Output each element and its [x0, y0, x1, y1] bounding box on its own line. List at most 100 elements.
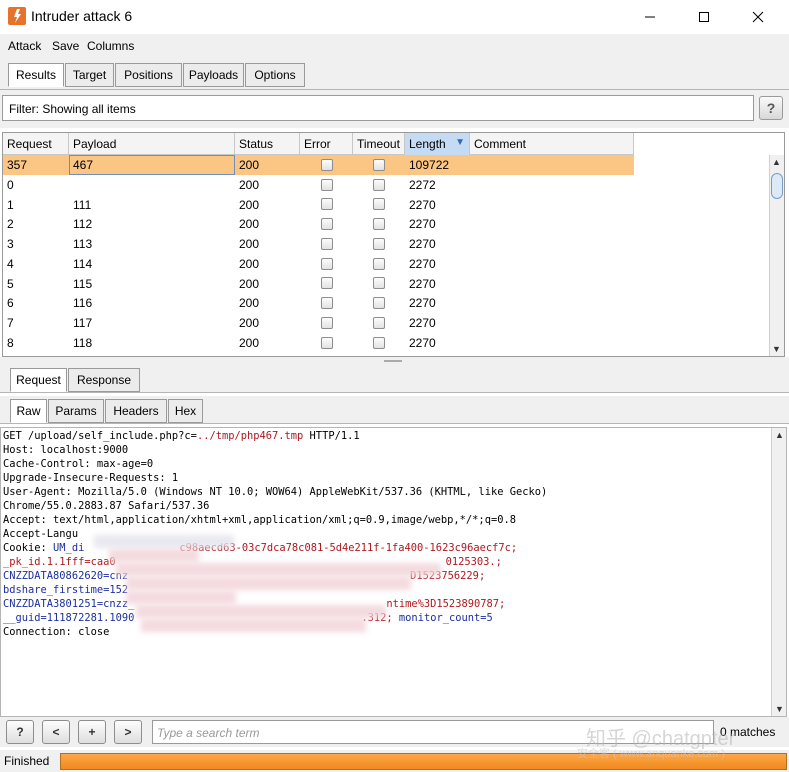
cell-error — [300, 214, 353, 234]
timeout-checkbox — [373, 178, 385, 191]
error-checkbox — [320, 316, 333, 329]
cell-payload: 113 — [73, 237, 93, 251]
table-row[interactable]: 1 111 200 2270 — [3, 195, 634, 215]
cell-length: 2270 — [409, 197, 436, 212]
timeout-checkbox — [373, 218, 385, 231]
cell-status: 200 — [239, 177, 260, 192]
scroll-thumb[interactable] — [771, 173, 783, 199]
table-row[interactable]: 8 118 200 2270 — [3, 333, 634, 353]
tab-request[interactable]: Request — [10, 368, 67, 392]
request-editor[interactable]: GET /upload/self_include.php?c=../tmp/ph… — [0, 427, 787, 717]
sort-descending-icon: ▼ — [455, 137, 465, 148]
cell-timeout — [353, 195, 405, 215]
cell-length: 2270 — [409, 276, 436, 291]
tab-headers[interactable]: Headers — [105, 399, 167, 423]
tab-raw[interactable]: Raw — [10, 399, 47, 423]
redacted-region — [141, 619, 366, 632]
cell-length: 2270 — [409, 316, 436, 330]
table-row[interactable]: 6 116 200 2270 — [3, 293, 634, 313]
previous-match-button[interactable]: < — [42, 720, 70, 744]
cell-length: 2270 — [409, 237, 436, 251]
table-row[interactable]: 2 112 200 2270 — [3, 214, 634, 234]
editor-scrollbar[interactable]: ▲ ▼ — [771, 428, 786, 716]
close-icon[interactable] — [735, 0, 781, 34]
cell-timeout — [353, 274, 405, 294]
error-checkbox — [320, 336, 333, 349]
tab-results[interactable]: Results — [8, 63, 64, 87]
error-checkbox — [320, 237, 333, 250]
pane-splitter[interactable] — [0, 357, 789, 365]
tab-response[interactable]: Response — [68, 368, 140, 392]
column-comment[interactable]: Comment — [470, 133, 634, 155]
column-request[interactable]: Request — [3, 133, 69, 155]
filter-row: Filter: Showing all items ? — [0, 90, 789, 128]
cell-error — [300, 155, 353, 175]
table-row[interactable]: 7 117 200 2270 — [3, 313, 634, 333]
cell-timeout — [353, 155, 405, 175]
error-checkbox — [320, 277, 333, 290]
cell-comment — [470, 274, 634, 294]
table-scrollbar[interactable]: ▲ ▼ — [769, 155, 784, 356]
column-payload[interactable]: Payload — [69, 133, 235, 155]
scroll-down-icon[interactable]: ▼ — [775, 704, 784, 714]
error-checkbox — [320, 198, 333, 211]
menu-attack[interactable]: Attack — [8, 39, 41, 53]
cell-comment — [470, 155, 634, 175]
timeout-checkbox — [373, 277, 385, 290]
tab-target[interactable]: Target — [65, 63, 114, 87]
minimize-icon[interactable] — [627, 0, 673, 34]
maximize-icon[interactable] — [681, 0, 727, 34]
message-tabs: Request Response — [0, 365, 789, 393]
splitter-grip[interactable] — [384, 360, 402, 362]
table-row[interactable]: 357 467 200 109722 — [3, 155, 634, 175]
cell-length: 2270 — [409, 296, 436, 311]
tab-payloads[interactable]: Payloads — [183, 63, 244, 87]
next-match-button[interactable]: > — [114, 720, 142, 744]
tab-options[interactable]: Options — [245, 63, 305, 87]
redacted-region — [94, 535, 234, 548]
column-length[interactable]: Length ▼ — [405, 133, 470, 155]
tab-positions[interactable]: Positions — [115, 63, 182, 87]
column-status[interactable]: Status — [235, 133, 300, 155]
cell-timeout — [353, 293, 405, 313]
table-row[interactable]: 0 200 2272 — [3, 175, 634, 195]
filter-bar[interactable]: Filter: Showing all items — [2, 95, 754, 121]
tab-params[interactable]: Params — [48, 399, 104, 423]
cell-length: 109722 — [409, 158, 450, 172]
table-row[interactable]: 3 113 200 2270 — [3, 234, 634, 254]
header-line: Accept: text/html,application/xhtml+xml,… — [3, 514, 516, 526]
cell-status: 200 — [239, 335, 260, 350]
header-line: Host: localhost:9000 — [3, 444, 129, 456]
cell-timeout — [353, 214, 405, 234]
cell-status: 200 — [239, 158, 260, 172]
cell-timeout — [353, 333, 405, 353]
cell-payload: 118 — [73, 335, 93, 350]
column-timeout[interactable]: Timeout — [353, 133, 405, 155]
menu-save[interactable]: Save — [52, 39, 79, 53]
timeout-checkbox — [373, 237, 385, 250]
cell-payload: 112 — [73, 217, 93, 232]
column-error[interactable]: Error — [300, 133, 353, 155]
timeout-checkbox — [373, 297, 385, 310]
menu-columns[interactable]: Columns — [87, 39, 134, 53]
add-button[interactable]: + — [78, 720, 106, 744]
cell-request: 1 — [7, 197, 14, 212]
tab-hex[interactable]: Hex — [168, 399, 203, 423]
cell-length: 2270 — [409, 256, 436, 271]
scroll-up-icon[interactable]: ▲ — [775, 430, 784, 440]
error-checkbox — [320, 257, 333, 270]
cell-timeout — [353, 313, 405, 333]
cell-error — [300, 293, 353, 313]
help-button[interactable]: ? — [6, 720, 34, 744]
cell-error — [300, 333, 353, 353]
help-button[interactable]: ? — [759, 96, 783, 120]
table-row[interactable]: 5 115 200 2270 — [3, 274, 634, 294]
view-tabs: Raw Params Headers Hex — [0, 396, 789, 424]
redacted-region — [126, 591, 236, 604]
scroll-down-icon[interactable]: ▼ — [772, 344, 781, 354]
scroll-up-icon[interactable]: ▲ — [772, 157, 781, 167]
cell-request: 2 — [7, 217, 14, 232]
redacted-region — [116, 563, 441, 576]
table-row[interactable]: 4 114 200 2270 — [3, 254, 634, 274]
error-checkbox — [320, 297, 333, 310]
